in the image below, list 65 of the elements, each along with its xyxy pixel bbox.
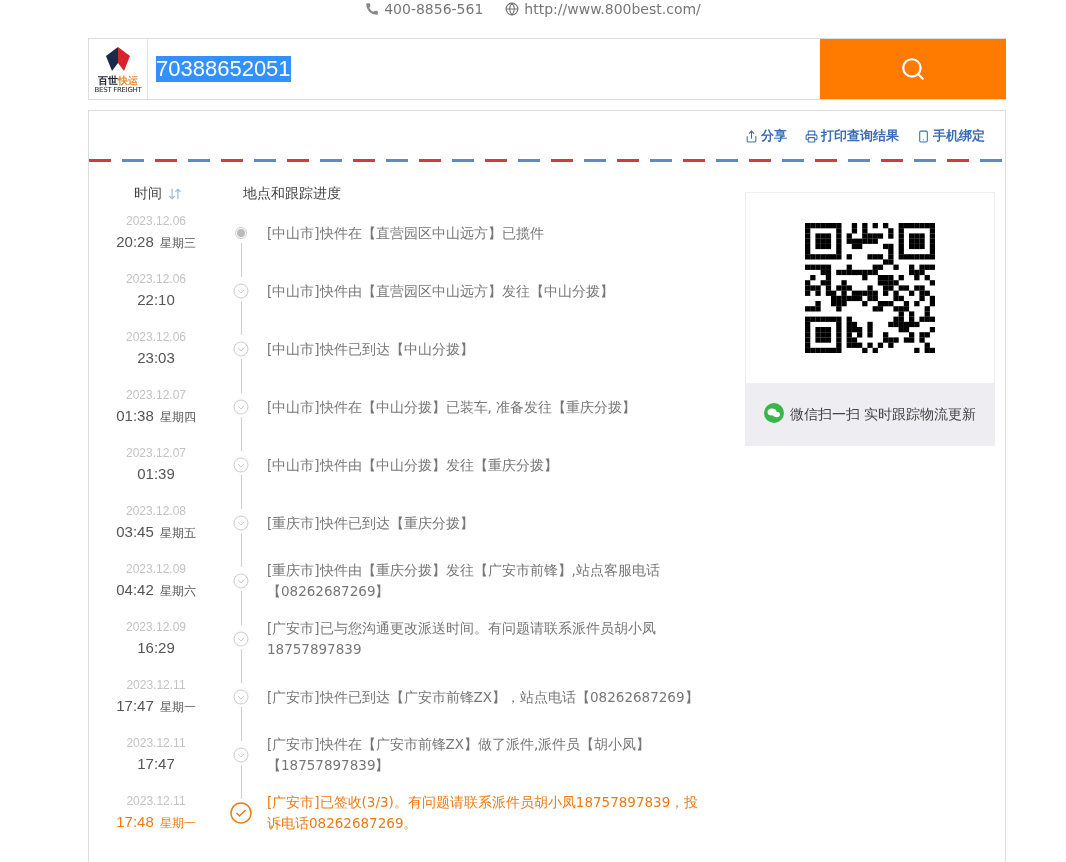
- chevron-circle-icon: [233, 689, 249, 705]
- event-time: 01:39: [137, 464, 175, 484]
- event-time: 22:10: [137, 290, 175, 310]
- event-time: 17:48: [116, 812, 154, 832]
- event-description: [广安市]快件已到达【广安市前锋ZX】，站点电话【08262687269】: [266, 687, 700, 707]
- event-description: [中山市]快件在【直营园区中山远方】已揽件: [266, 223, 545, 243]
- qr-caption: 微信扫一扫 实时跟踪物流更新: [763, 403, 977, 425]
- sort-icon[interactable]: [168, 187, 182, 201]
- check-circle-icon: [230, 802, 252, 824]
- event-date: 2023.12.09: [125, 619, 187, 636]
- event-description: [广安市]已与您沟通更改派送时间。有问题请联系派件员胡小凤18757897839: [266, 619, 657, 659]
- event-date: 2023.12.11: [126, 735, 186, 752]
- share-icon: [745, 129, 758, 143]
- event-date: 2023.12.09: [125, 561, 187, 578]
- event-time: 17:47: [116, 696, 154, 716]
- event-weekday: 星期四: [159, 409, 196, 426]
- chevron-circle-icon: [233, 515, 249, 531]
- event-description: [广安市]快件在【广安市前锋ZX】做了派件,派件员【胡小凤】【18757897839】: [266, 735, 652, 775]
- event-weekday: 星期五: [159, 525, 196, 542]
- action-link[interactable]: 手机绑定: [917, 127, 985, 145]
- event-date: 2023.12.11: [126, 677, 186, 694]
- chevron-circle-icon: [233, 747, 249, 763]
- event-description: [中山市]快件已到达【中山分拨】: [266, 339, 475, 359]
- event-weekday: 星期一: [159, 699, 196, 716]
- event-description: [中山市]快件由【直营园区中山远方】发往【中山分拨】: [266, 281, 615, 301]
- chevron-circle-icon: [233, 283, 249, 299]
- event-weekday: 星期六: [159, 583, 196, 600]
- printer-icon: [805, 129, 818, 143]
- event-time: 16:29: [137, 638, 175, 658]
- event-time: 20:28: [116, 232, 154, 252]
- chat-bubbles-icon: [763, 403, 784, 423]
- event-description: [重庆市]快件已到达【重庆分拨】: [266, 513, 475, 533]
- event-description: [重庆市]快件由【重庆分拨】发往【广安市前锋】,站点客服电话【08262687269】: [266, 561, 661, 601]
- event-date: 2023.12.06: [125, 329, 187, 346]
- action-link[interactable]: 打印查询结果: [805, 127, 899, 145]
- phone-icon: [917, 129, 930, 143]
- website-text: http://www.800best.com/: [505, 1, 701, 17]
- event-time: 03:45: [116, 522, 154, 542]
- progress-column-header: 地点和跟踪进度: [243, 185, 342, 203]
- event-description: [中山市]快件在【中山分拨】已装车, 准备发往【重庆分拨】: [266, 397, 638, 417]
- hotline-text: 400-8856-561: [365, 1, 484, 17]
- chevron-circle-icon: [233, 341, 249, 357]
- event-weekday: 星期一: [159, 815, 196, 832]
- event-date: 2023.12.06: [125, 213, 187, 230]
- event-date: 2023.12.07: [125, 445, 187, 462]
- event-time: 17:47: [137, 754, 175, 774]
- chevron-circle-icon: [233, 631, 249, 647]
- globe-icon: [505, 2, 520, 16]
- event-time: 23:03: [137, 348, 175, 368]
- event-time: 01:38: [116, 406, 154, 426]
- event-date: 2023.12.08: [125, 503, 187, 520]
- event-date: 2023.12.07: [125, 387, 187, 404]
- action-link[interactable]: 分享: [745, 127, 787, 145]
- event-date: 2023.12.11: [126, 793, 186, 810]
- event-weekday: 星期三: [159, 235, 196, 252]
- event-date: 2023.12.06: [125, 271, 187, 288]
- chevron-circle-icon: [233, 399, 249, 415]
- event-time: 04:42: [116, 580, 154, 600]
- phone-icon: [365, 2, 380, 16]
- chevron-circle-icon: [233, 457, 249, 473]
- event-description: [中山市]快件由【中山分拨】发往【重庆分拨】: [266, 455, 559, 475]
- timeline-dot: [235, 227, 247, 239]
- chevron-circle-icon: [233, 573, 249, 589]
- time-column-header: 时间: [134, 185, 162, 203]
- event-description: [广安市]已签收(3/3)。有问题请联系派件员胡小凤18757897839，投诉电话08262687269。: [266, 793, 700, 833]
